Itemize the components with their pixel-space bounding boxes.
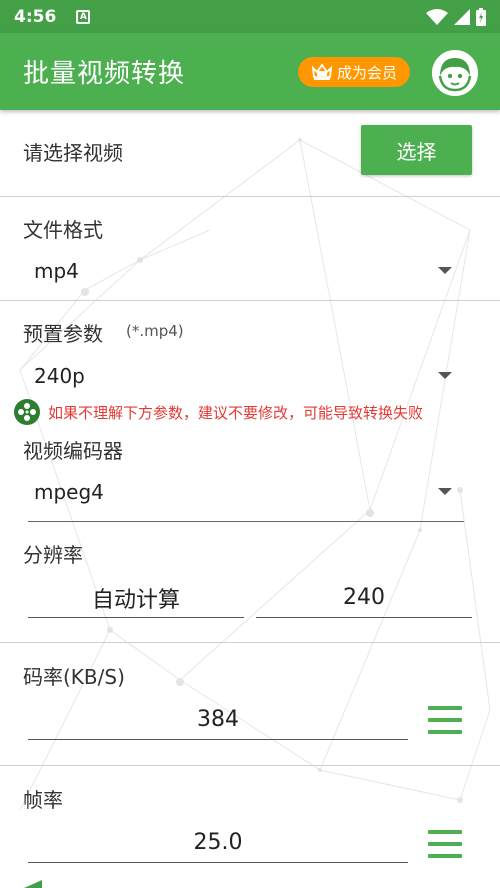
preset-hint: (*.mp4) xyxy=(126,322,184,340)
chevron-down-icon xyxy=(438,267,452,274)
crown-icon xyxy=(311,63,333,80)
status-bar: 4:56 A xyxy=(0,0,500,33)
resolution-height-input[interactable]: 240 xyxy=(256,578,472,618)
encoder-underline xyxy=(28,521,464,522)
framerate-label: 帧率 xyxy=(23,788,63,812)
bitrate-input[interactable]: 384 xyxy=(28,700,408,740)
settings-form: 请选择视频 选择 文件格式 mp4 预置参数 (*.mp4) 240p 如果不理… xyxy=(0,110,500,888)
film-reel-icon xyxy=(14,399,40,425)
avatar-icon xyxy=(434,52,476,94)
warning-message: 如果不理解下方参数，建议不要修改，可能导致转换失败 xyxy=(14,399,423,425)
preset-label: 预置参数 xyxy=(23,322,103,346)
framerate-options-menu-icon[interactable] xyxy=(428,830,462,858)
preset-value: 240p xyxy=(34,364,85,388)
divider xyxy=(0,642,500,643)
video-encoder-value: mpeg4 xyxy=(34,480,104,504)
choose-button[interactable]: 选择 xyxy=(361,125,472,175)
file-format-dropdown[interactable]: mp4 xyxy=(28,253,464,289)
divider xyxy=(0,765,500,766)
status-time: 4:56 xyxy=(14,6,57,27)
divider xyxy=(0,300,500,301)
page-title: 批量视频转换 xyxy=(23,59,186,89)
video-encoder-label: 视频编码器 xyxy=(23,439,123,463)
file-format-value: mp4 xyxy=(34,259,79,283)
bitrate-label: 码率(KB/S) xyxy=(23,665,125,689)
resolution-label: 分辨率 xyxy=(23,543,83,567)
wifi-icon xyxy=(426,8,448,25)
resolution-width-input[interactable]: 自动计算 xyxy=(28,578,244,618)
chevron-down-icon xyxy=(438,488,452,495)
bitrate-options-menu-icon[interactable] xyxy=(428,706,462,734)
file-format-label: 文件格式 xyxy=(23,218,103,242)
signal-icon xyxy=(454,8,470,25)
preset-dropdown[interactable]: 240p xyxy=(28,358,464,394)
video-encoder-dropdown[interactable]: mpeg4 xyxy=(28,474,464,510)
select-video-row: 请选择视频 选择 xyxy=(0,110,500,197)
chevron-down-icon xyxy=(438,372,452,379)
battery-icon xyxy=(476,7,486,26)
notification-icon: A xyxy=(76,9,91,24)
warning-text: 如果不理解下方参数，建议不要修改，可能导致转换失败 xyxy=(48,403,424,422)
status-icons xyxy=(426,7,486,26)
next-section-peek xyxy=(24,880,42,888)
become-member-button[interactable]: 成为会员 xyxy=(298,57,410,87)
app-bar: 批量视频转换 成为会员 xyxy=(0,33,500,110)
select-video-label: 请选择视频 xyxy=(23,141,123,165)
become-member-label: 成为会员 xyxy=(336,63,397,82)
avatar-button[interactable] xyxy=(432,50,478,96)
framerate-input[interactable]: 25.0 xyxy=(28,823,408,863)
